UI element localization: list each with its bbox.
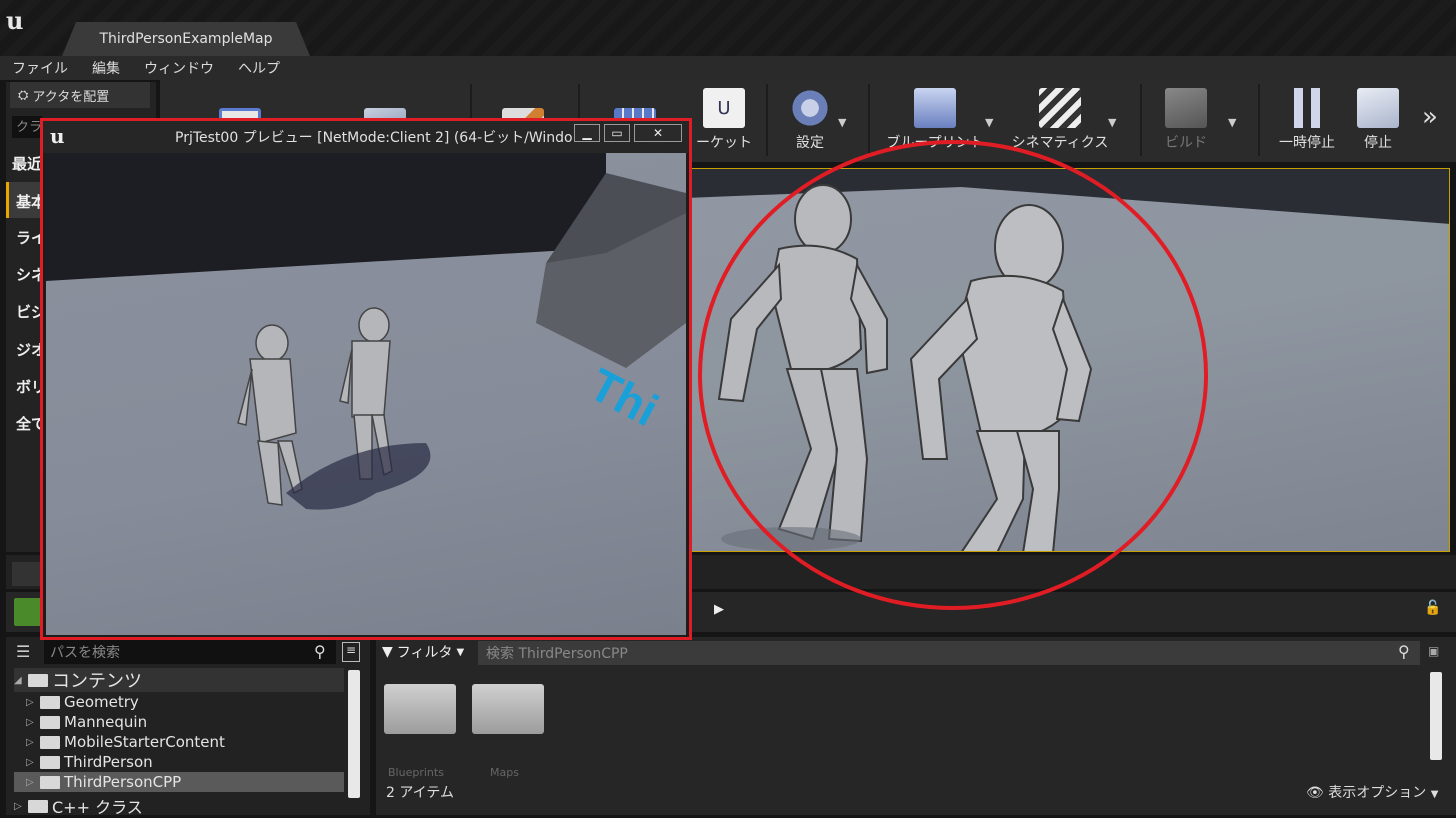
menu-bar: ファイル 編集 ウィンドウ ヘルプ bbox=[0, 56, 1456, 80]
unreal-logo-icon: u bbox=[50, 124, 65, 148]
collapsed-arrow-icon: ▷ bbox=[26, 696, 34, 708]
cinematics-dropdown-arrow[interactable]: ▼ bbox=[1108, 114, 1116, 130]
collapsed-arrow-icon: ▷ bbox=[26, 756, 34, 768]
cinematics-icon bbox=[1039, 88, 1081, 128]
view-options-button[interactable]: 👁 表示オプション ▼ bbox=[1306, 782, 1438, 802]
menu-window[interactable]: ウィンドウ bbox=[132, 58, 226, 78]
folder-icon bbox=[40, 755, 60, 769]
collapsed-arrow-icon: ▷ bbox=[26, 776, 34, 788]
settings-button[interactable]: 設定 bbox=[780, 82, 840, 160]
path-forward-icon[interactable]: ▶ bbox=[714, 602, 724, 617]
search-icon: ⚲ bbox=[314, 642, 326, 661]
collapsed-arrow-icon: ▷ bbox=[14, 800, 22, 812]
eye-icon: 👁 bbox=[1306, 785, 1324, 801]
tree-item-mannequin[interactable]: ▷ Mannequin bbox=[26, 712, 356, 732]
settings-dropdown-arrow[interactable]: ▼ bbox=[838, 114, 846, 130]
expanded-arrow-icon: ◢ bbox=[14, 674, 22, 686]
tree-item-geometry[interactable]: ▷ Geometry bbox=[26, 692, 356, 712]
toolbar-separator bbox=[1258, 84, 1260, 156]
stop-button[interactable]: 停止 bbox=[1350, 82, 1406, 160]
save-search-icon[interactable]: ▣ bbox=[1428, 644, 1439, 658]
chevron-down-icon: ▼ bbox=[1430, 789, 1439, 800]
folder-icon bbox=[40, 695, 60, 709]
tree-root-cpp-classes[interactable]: ▷ C++ クラス bbox=[14, 796, 344, 817]
asset-scrollbar[interactable] bbox=[1430, 672, 1442, 760]
build-dropdown-arrow[interactable]: ▼ bbox=[1228, 114, 1236, 130]
place-actors-icon: ⛭ bbox=[18, 87, 29, 103]
tree-item-third-person-cpp[interactable]: ▷ ThirdPersonCPP bbox=[14, 772, 344, 792]
cinematics-button[interactable]: シネマティクス bbox=[1010, 82, 1110, 160]
path-search-input[interactable]: パスを検索 bbox=[44, 640, 336, 664]
chevron-down-icon: ▼ bbox=[456, 646, 465, 658]
tab-place-actors[interactable]: ⛭ アクタを配置 bbox=[10, 82, 150, 108]
tree-item-mobile-starter-content[interactable]: ▷ MobileStarterContent bbox=[26, 732, 356, 752]
tab-place-actors-label: アクタを配置 bbox=[32, 89, 110, 105]
unreal-logo-icon: u bbox=[6, 6, 24, 35]
preview-mannequin-left bbox=[237, 324, 303, 506]
highlight-circle bbox=[698, 140, 1208, 610]
asset-count: 2 アイテム bbox=[386, 785, 454, 801]
menu-edit[interactable]: 編集 bbox=[80, 58, 132, 78]
pause-icon bbox=[1286, 88, 1328, 128]
tree-item-third-person[interactable]: ▷ ThirdPerson bbox=[26, 752, 356, 772]
menu-file[interactable]: ファイル bbox=[0, 58, 80, 78]
collapsed-arrow-icon: ▷ bbox=[26, 716, 34, 728]
tab-third-person-example-map[interactable]: ThirdPersonExampleMap bbox=[62, 22, 310, 56]
toolbar-separator bbox=[1140, 84, 1142, 156]
class-search-input[interactable]: クラ bbox=[12, 116, 42, 138]
tree-toggle-icon[interactable]: ☰ bbox=[16, 642, 30, 661]
filter-icon: ▼ bbox=[382, 644, 393, 660]
asset-label-blueprints: Blueprints bbox=[388, 766, 444, 779]
marketplace-button[interactable]: U ーケット bbox=[688, 82, 760, 160]
preview-game-view[interactable]: Thi bbox=[46, 153, 686, 635]
collapsed-arrow-icon: ▷ bbox=[26, 736, 34, 748]
minimize-button[interactable]: ▁ bbox=[574, 124, 600, 142]
maximize-button[interactable]: ▭ bbox=[604, 124, 630, 142]
folder-icon bbox=[40, 775, 60, 789]
asset-folder-blueprints[interactable] bbox=[384, 684, 456, 734]
asset-folder-maps[interactable] bbox=[472, 684, 544, 734]
pause-button[interactable]: 一時停止 bbox=[1272, 82, 1342, 160]
preview-scene: Thi bbox=[46, 153, 686, 510]
toolbar-overflow-button[interactable]: » bbox=[1422, 102, 1438, 132]
lock-icon[interactable]: 🔓 bbox=[1424, 600, 1441, 616]
view-list-icon[interactable]: ≡ bbox=[342, 642, 360, 662]
folder-open-icon bbox=[28, 673, 48, 687]
toolbar-separator bbox=[766, 84, 768, 156]
marketplace-icon: U bbox=[703, 88, 745, 128]
folder-icon bbox=[40, 715, 60, 729]
search-icon: ⚲ bbox=[1398, 642, 1410, 661]
asset-label-maps: Maps bbox=[490, 766, 519, 779]
menu-help[interactable]: ヘルプ bbox=[226, 58, 292, 78]
settings-icon bbox=[789, 88, 831, 128]
preview-floor-text: Thi bbox=[581, 358, 666, 436]
blueprint-icon bbox=[914, 88, 956, 128]
blueprints-dropdown-arrow[interactable]: ▼ bbox=[985, 114, 993, 130]
toolbar-separator bbox=[868, 84, 870, 156]
build-icon bbox=[1165, 88, 1207, 128]
stop-icon bbox=[1357, 88, 1399, 128]
tree-scrollbar[interactable] bbox=[348, 670, 360, 798]
tree-root-content[interactable]: ◢ コンテンツ bbox=[14, 668, 344, 692]
close-button[interactable]: ✕ bbox=[634, 124, 682, 142]
filter-button[interactable]: ▼ フィルタ ▼ bbox=[382, 641, 472, 663]
build-button[interactable]: ビルド bbox=[1154, 82, 1218, 160]
asset-search-input[interactable]: 検索 ThirdPersonCPP bbox=[478, 641, 1420, 665]
folder-icon bbox=[40, 735, 60, 749]
folder-icon bbox=[28, 799, 48, 813]
